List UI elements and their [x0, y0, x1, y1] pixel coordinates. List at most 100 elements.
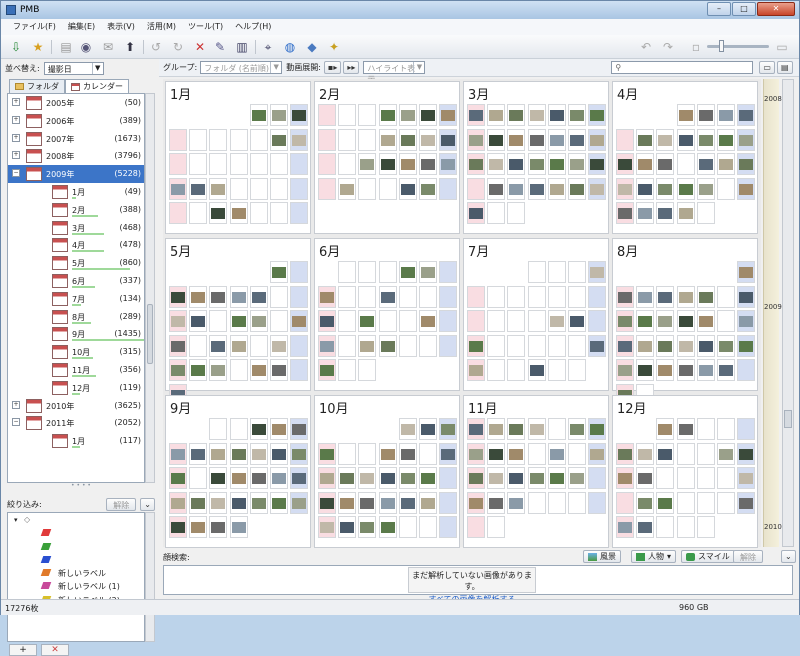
photo-thumbnail[interactable] — [360, 316, 375, 328]
print-icon[interactable]: ▤ — [57, 38, 75, 56]
calendar-day[interactable] — [696, 285, 715, 308]
photo-thumbnail[interactable] — [638, 473, 653, 485]
photo-thumbnail[interactable] — [171, 448, 185, 460]
calendar-day[interactable] — [737, 310, 756, 333]
photo-thumbnail[interactable] — [400, 159, 415, 171]
calendar-day[interactable] — [398, 491, 417, 514]
calendar-day[interactable] — [696, 177, 715, 200]
calendar-day[interactable] — [270, 177, 288, 200]
calendar-day[interactable] — [209, 177, 228, 200]
photo-thumbnail[interactable] — [469, 365, 483, 377]
calendar-day[interactable] — [737, 467, 756, 490]
photo-thumbnail[interactable] — [400, 267, 415, 278]
calendar-day[interactable] — [338, 177, 357, 200]
photo-thumbnail[interactable] — [698, 340, 713, 352]
calendar-day[interactable] — [636, 202, 655, 225]
calendar-day[interactable] — [737, 334, 756, 357]
calendar-day[interactable] — [378, 153, 397, 176]
calendar-day[interactable] — [318, 310, 336, 333]
photo-thumbnail[interactable] — [590, 448, 605, 460]
photo-thumbnail[interactable] — [658, 208, 673, 220]
calendar-day[interactable] — [588, 334, 607, 357]
photo-thumbnail[interactable] — [739, 159, 754, 171]
photo-thumbnail[interactable] — [400, 448, 415, 460]
photo-thumbnail[interactable] — [549, 134, 564, 146]
calendar-day[interactable] — [507, 202, 526, 225]
tree-month-row[interactable]: 5月 (860) — [8, 254, 144, 272]
calendar-day[interactable] — [189, 202, 208, 225]
calendar-day[interactable] — [229, 516, 248, 539]
photo-thumbnail[interactable] — [638, 208, 653, 220]
photo-thumbnail[interactable] — [171, 473, 185, 485]
calendar-day[interactable] — [209, 491, 228, 514]
calendar-day[interactable] — [229, 442, 248, 465]
photo-thumbnail[interactable] — [211, 365, 226, 377]
calendar-day[interactable] — [270, 285, 288, 308]
calendar-day[interactable] — [676, 128, 695, 151]
calendar-day[interactable] — [656, 491, 675, 514]
calendar-day[interactable] — [588, 128, 607, 151]
photo-thumbnail[interactable] — [489, 183, 504, 195]
photo-thumbnail[interactable] — [658, 448, 673, 460]
photo-thumbnail[interactable] — [380, 340, 395, 352]
calendar-day[interactable] — [568, 418, 586, 440]
photo-thumbnail[interactable] — [529, 134, 544, 146]
calendar-day[interactable] — [487, 334, 506, 357]
calendar-day[interactable] — [487, 418, 506, 440]
calendar-day[interactable] — [358, 261, 377, 283]
calendar-day[interactable] — [229, 359, 248, 382]
calendar-day[interactable] — [616, 128, 634, 151]
calendar-day[interactable] — [290, 177, 309, 200]
photo-thumbnail[interactable] — [658, 365, 673, 377]
calendar-day[interactable] — [696, 334, 715, 357]
photo-thumbnail[interactable] — [590, 183, 605, 195]
calendar-day[interactable] — [290, 261, 309, 283]
import-folder-icon[interactable]: ★ — [29, 38, 47, 56]
calendar-day[interactable] — [358, 310, 377, 333]
calendar-day[interactable] — [717, 418, 735, 440]
photo-thumbnail[interactable] — [191, 365, 206, 377]
globe-icon[interactable]: ◍ — [281, 38, 299, 56]
calendar-day[interactable] — [717, 104, 735, 126]
calendar-day[interactable] — [209, 153, 228, 176]
calendar-day[interactable] — [568, 128, 586, 151]
photo-thumbnail[interactable] — [489, 424, 504, 435]
calendar-day[interactable] — [507, 467, 526, 490]
share-icon[interactable]: ◆ — [303, 38, 321, 56]
calendar-day[interactable] — [717, 467, 735, 490]
collapse-icon[interactable]: − — [12, 418, 20, 427]
calendar-day[interactable] — [249, 128, 268, 151]
calendar-day[interactable] — [229, 128, 248, 151]
import-icon[interactable]: ⇩ — [7, 38, 25, 56]
calendar-day[interactable] — [249, 359, 268, 382]
calendar-day[interactable] — [737, 442, 756, 465]
photo-thumbnail[interactable] — [570, 110, 584, 121]
calendar-day[interactable] — [616, 177, 634, 200]
edit-icon[interactable]: ✎ — [211, 38, 229, 56]
photo-thumbnail[interactable] — [529, 183, 544, 195]
calendar-day[interactable] — [249, 104, 268, 126]
calendar-day[interactable] — [467, 467, 485, 490]
photo-thumbnail[interactable] — [618, 522, 632, 534]
month-card[interactable]: 9月 — [165, 395, 311, 548]
calendar-day[interactable] — [527, 491, 546, 514]
photo-thumbnail[interactable] — [421, 424, 435, 435]
calendar-day[interactable] — [318, 516, 336, 539]
calendar-day[interactable] — [378, 491, 397, 514]
calendar-day[interactable] — [358, 153, 377, 176]
photo-thumbnail[interactable] — [400, 110, 415, 121]
calendar-day[interactable] — [527, 442, 546, 465]
photo-thumbnail[interactable] — [489, 134, 504, 146]
calendar-day[interactable] — [636, 310, 655, 333]
month-card[interactable]: 5月 — [165, 238, 311, 406]
calendar-day[interactable] — [398, 467, 417, 490]
photo-thumbnail[interactable] — [360, 497, 375, 509]
calendar-day[interactable] — [169, 442, 187, 465]
calendar-day[interactable] — [189, 285, 208, 308]
calendar-day[interactable] — [290, 285, 309, 308]
calendar-day[interactable] — [419, 334, 437, 357]
photo-thumbnail[interactable] — [272, 267, 286, 278]
calendar-day[interactable] — [656, 516, 675, 539]
calendar-day[interactable] — [467, 202, 485, 225]
rotate-left-icon[interactable]: ↺ — [147, 38, 165, 56]
